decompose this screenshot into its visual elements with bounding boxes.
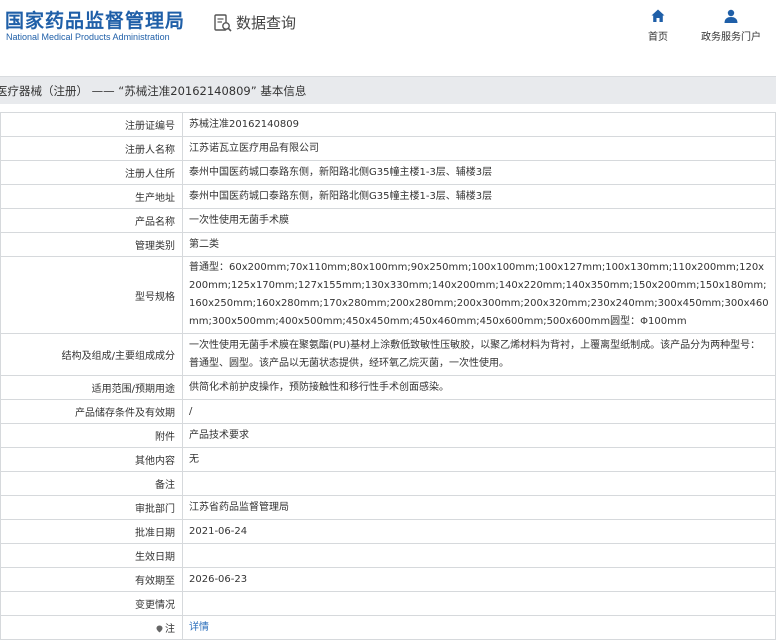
field-value: 供简化术前护皮操作，预防接触性和移行性手术创面感染。 [182,375,776,400]
field-value: 一次性使用无菌手术膜在聚氨酯(PU)基材上涂敷低致敏性压敏胶，以聚乙烯材料为背衬… [182,333,776,376]
field-label: 审批部门 [0,495,183,520]
field-label: 变更情况 [0,591,183,616]
table-row: 批准日期 2021-06-24 [0,519,776,544]
field-value: 无 [182,447,776,472]
field-value: 产品技术要求 [182,423,776,448]
table-row: 管理类别 第二类 [0,232,776,257]
field-value [182,591,776,616]
field-label: 其他内容 [0,447,183,472]
field-value: 苏械注准20162140809 [182,112,776,137]
field-value: 泰州中国医药城口泰路东侧，新阳路北侧G35幢主楼1-3层、辅楼3层 [182,184,776,209]
field-label: 注 [165,624,175,635]
logo-title[interactable]: 国家药品监督管理局 [5,6,185,33]
field-value [182,543,776,568]
field-value: 江苏省药品监督管理局 [182,495,776,520]
page-title: 医疗器械（注册） —— “苏械注准20162140809” 基本信息 [0,84,307,98]
field-value [182,471,776,496]
field-value: 2021-06-24 [182,519,776,544]
nav-service-label: 政务服务门户 [701,32,761,43]
field-label: 批准日期 [0,519,183,544]
field-label: 备注 [0,471,183,496]
field-label: 生效日期 [0,543,183,568]
field-label: 注册证编号 [0,112,183,137]
table-row: 有效期至 2026-06-23 [0,567,776,592]
table-row: 注册人住所 泰州中国医药城口泰路东侧，新阳路北侧G35幢主楼1-3层、辅楼3层 [0,160,776,185]
field-label: 产品储存条件及有效期 [0,399,183,424]
note-icon [156,625,163,633]
table-row: 产品名称 一次性使用无菌手术膜 [0,208,776,233]
note-label-cell: 注 [0,615,183,640]
table-row: 其他内容 无 [0,447,776,472]
page-title-bar: 医疗器械（注册） —— “苏械注准20162140809” 基本信息 [0,76,776,104]
field-value: 一次性使用无菌手术膜 [182,208,776,233]
field-label: 注册人住所 [0,160,183,185]
nav-home-label: 首页 [648,32,668,43]
table-row: 型号规格 普通型：60x200mm;70x110mm;80x100mm;90x2… [0,256,776,334]
field-label: 附件 [0,423,183,448]
field-value: 2026-06-23 [182,567,776,592]
field-value: 泰州中国医药城口泰路东侧，新阳路北侧G35幢主楼1-3层、辅楼3层 [182,160,776,185]
field-label: 生产地址 [0,184,183,209]
table-row: 注册人名称 江苏诺瓦立医疗用品有限公司 [0,136,776,161]
detail-table: 注册证编号 苏械注准20162140809 注册人名称 江苏诺瓦立医疗用品有限公… [0,112,776,640]
table-row: 注册证编号 苏械注准20162140809 [0,112,776,137]
home-icon [651,9,665,22]
logo-subtitle: National Medical Products Administration [6,32,170,42]
table-row: 生效日期 [0,543,776,568]
site-header: 国家药品监督管理局 National Medical Products Admi… [0,0,776,76]
field-label: 结构及组成/主要组成成分 [0,333,183,376]
table-row: 变更情况 [0,591,776,616]
field-label: 有效期至 [0,567,183,592]
field-value: 江苏诺瓦立医疗用品有限公司 [182,136,776,161]
field-label: 管理类别 [0,232,183,257]
field-label: 产品名称 [0,208,183,233]
table-row: 审批部门 江苏省药品监督管理局 [0,495,776,520]
search-document-icon [214,13,232,32]
user-icon [724,9,738,23]
field-value: / [182,399,776,424]
details-link[interactable]: 详情 [189,622,209,633]
field-value: 普通型：60x200mm;70x110mm;80x100mm;90x250mm;… [182,256,776,334]
note-value-cell: 详情 [182,615,776,640]
nav-service-portal[interactable]: 政务服务门户 [701,8,761,43]
field-label: 型号规格 [0,256,183,334]
nav-home[interactable]: 首页 [648,8,668,43]
table-row: 附件 产品技术要求 [0,423,776,448]
table-row: 备注 [0,471,776,496]
field-value: 第二类 [182,232,776,257]
table-row: 产品储存条件及有效期 / [0,399,776,424]
field-label: 注册人名称 [0,136,183,161]
table-row: 注 详情 [0,615,776,640]
table-row: 结构及组成/主要组成成分 一次性使用无菌手术膜在聚氨酯(PU)基材上涂敷低致敏性… [0,333,776,376]
data-query-label: 数据查询 [236,14,297,32]
data-query-link[interactable]: 数据查询 [213,12,296,33]
field-label: 适用范围/预期用途 [0,375,183,400]
table-row: 适用范围/预期用途 供简化术前护皮操作，预防接触性和移行性手术创面感染。 [0,375,776,400]
table-row: 生产地址 泰州中国医药城口泰路东侧，新阳路北侧G35幢主楼1-3层、辅楼3层 [0,184,776,209]
